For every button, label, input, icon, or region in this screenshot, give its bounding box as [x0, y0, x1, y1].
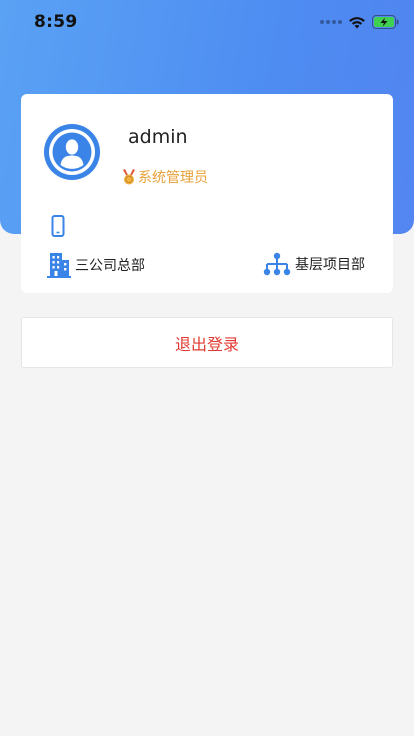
wifi-icon	[349, 16, 365, 28]
company-info: 三公司总部	[46, 252, 145, 278]
logout-button[interactable]: 退出登录	[21, 317, 393, 368]
signal-dots-icon	[320, 20, 342, 24]
department-name: 基层项目部	[295, 257, 365, 273]
building-icon	[47, 253, 71, 278]
company-name: 三公司总部	[75, 258, 145, 274]
logout-label: 退出登录	[174, 334, 239, 354]
medal-icon	[123, 169, 135, 185]
user-avatar-icon[interactable]	[44, 124, 100, 180]
battery-charging-icon	[372, 15, 399, 29]
profile-screen: 8:59 admin 系统管理员 三公司总部 基层项目部 退出登录	[0, 0, 414, 736]
role-badge: 系统管理员	[122, 167, 208, 187]
username: admin	[128, 126, 188, 148]
role-text: 系统管理员	[138, 170, 208, 186]
status-time: 8:59	[34, 12, 78, 32]
mobile-phone-icon	[51, 215, 65, 241]
status-bar: 8:59	[0, 0, 414, 44]
org-tree-icon	[263, 252, 291, 276]
status-icons	[320, 15, 400, 29]
department-info: 基层项目部	[263, 252, 365, 276]
profile-card: admin 系统管理员 三公司总部 基层项目部	[21, 94, 393, 293]
